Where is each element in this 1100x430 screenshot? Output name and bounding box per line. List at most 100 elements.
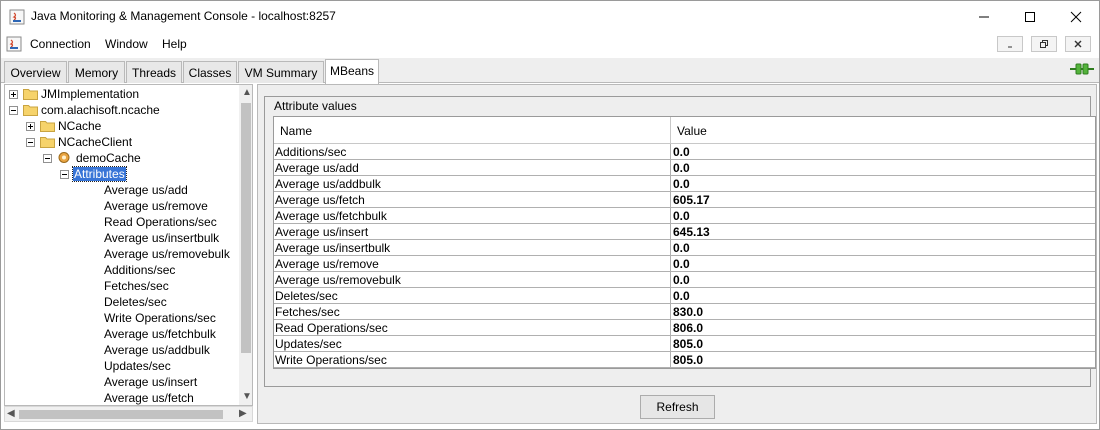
menu-help[interactable]: Help xyxy=(162,37,187,51)
tree-node[interactable]: Deletes/sec xyxy=(5,294,237,310)
column-header-value[interactable]: Value xyxy=(677,124,707,138)
collapse-icon[interactable] xyxy=(60,170,69,179)
table-row[interactable]: Deletes/sec 0.0 xyxy=(274,288,1095,304)
attribute-value-cell[interactable]: 0.0 xyxy=(673,289,690,303)
tab-threads[interactable]: Threads xyxy=(126,61,182,83)
attribute-value-cell[interactable]: 0.0 xyxy=(673,161,690,175)
tree-node[interactable]: Average us/removebulk xyxy=(5,246,237,262)
tree-node-label: Average us/insert xyxy=(104,375,198,389)
tab-memory[interactable]: Memory xyxy=(68,61,125,83)
attribute-value-cell[interactable]: 830.0 xyxy=(673,305,703,319)
table-row[interactable]: Fetches/sec 830.0 xyxy=(274,304,1095,320)
scroll-right-icon[interactable]: ▶ xyxy=(239,408,247,419)
tree-node[interactable]: NCache xyxy=(5,118,237,134)
tree-node[interactable]: demoCache xyxy=(5,150,237,166)
close-button[interactable] xyxy=(1053,1,1099,32)
tree-node[interactable]: Read Operations/sec xyxy=(5,214,237,230)
tree-scroll-thumb[interactable] xyxy=(241,103,251,353)
tree-node[interactable]: Write Operations/sec xyxy=(5,310,237,326)
tab-mbeans[interactable]: MBeans xyxy=(325,59,379,84)
tree-node-label: NCacheClient xyxy=(58,135,133,149)
menu-connection[interactable]: Connection xyxy=(30,37,91,51)
attribute-value-cell[interactable]: 0.0 xyxy=(673,177,690,191)
mbean-tree: JMImplementation com.alachisoft.ncache NCa… xyxy=(4,84,253,406)
tab-classes[interactable]: Classes xyxy=(183,61,237,83)
column-divider[interactable] xyxy=(670,117,671,144)
tree-node[interactable]: Fetches/sec xyxy=(5,278,237,294)
tree-node[interactable]: Average us/add xyxy=(5,182,237,198)
table-row[interactable]: Average us/insertbulk 0.0 xyxy=(274,240,1095,256)
java-icon[interactable] xyxy=(6,36,22,52)
group-title: Attribute values xyxy=(272,99,359,113)
table-row[interactable]: Write Operations/sec 805.0 xyxy=(274,352,1095,368)
folder-icon xyxy=(40,121,55,132)
collapse-icon[interactable] xyxy=(9,106,18,115)
minimize-icon xyxy=(1008,46,1012,48)
expand-icon[interactable] xyxy=(26,122,35,131)
attribute-value-cell[interactable]: 0.0 xyxy=(673,273,690,287)
tree-horizontal-scrollbar[interactable]: ◀ ▶ xyxy=(4,406,253,422)
minimize-button[interactable] xyxy=(961,1,1007,32)
internal-minimize-button[interactable] xyxy=(997,36,1023,52)
column-header-name[interactable]: Name xyxy=(280,124,312,138)
table-row[interactable]: Read Operations/sec 806.0 xyxy=(274,320,1095,336)
column-divider xyxy=(670,160,671,176)
attribute-value-cell[interactable]: 0.0 xyxy=(673,241,690,255)
table-row[interactable]: Average us/addbulk 0.0 xyxy=(274,176,1095,192)
scroll-left-icon[interactable]: ◀ xyxy=(7,408,15,419)
tab-label: Overview xyxy=(10,66,61,80)
tree-node[interactable]: Average us/fetch xyxy=(5,390,237,405)
table-row[interactable]: Average us/add 0.0 xyxy=(274,160,1095,176)
column-divider xyxy=(670,272,671,288)
tree-node[interactable]: Average us/insertbulk xyxy=(5,230,237,246)
scroll-up-icon[interactable]: ▲ xyxy=(242,87,252,98)
collapse-icon[interactable] xyxy=(26,138,35,147)
tree-node[interactable]: Additions/sec xyxy=(5,262,237,278)
attribute-value-cell[interactable]: 806.0 xyxy=(673,321,703,335)
attribute-value-cell[interactable]: 805.0 xyxy=(673,337,703,351)
menu-window[interactable]: Window xyxy=(105,37,148,51)
table-row[interactable]: Average us/remove 0.0 xyxy=(274,256,1095,272)
connection-plug-icon[interactable] xyxy=(1069,61,1095,77)
tree-vertical-scrollbar[interactable]: ▲ ▼ xyxy=(239,85,252,405)
tree-hscroll-thumb[interactable] xyxy=(19,410,223,419)
tree-node[interactable]: JMImplementation xyxy=(5,86,237,102)
attribute-value-cell[interactable]: 805.0 xyxy=(673,353,703,367)
table-row[interactable]: Additions/sec 0.0 xyxy=(274,144,1095,160)
tree-node-label: com.alachisoft.ncache xyxy=(41,103,160,117)
attribute-value-cell[interactable]: 605.17 xyxy=(673,193,710,207)
table-row[interactable]: Updates/sec 805.0 xyxy=(274,336,1095,352)
internal-close-button[interactable] xyxy=(1065,36,1091,52)
tree-node[interactable]: com.alachisoft.ncache xyxy=(5,102,237,118)
tree-node[interactable]: NCacheClient xyxy=(5,134,237,150)
tree-node[interactable]: Average us/insert xyxy=(5,374,237,390)
tab-overview[interactable]: Overview xyxy=(4,61,67,83)
attribute-value-cell[interactable]: 0.0 xyxy=(673,257,690,271)
collapse-icon[interactable] xyxy=(43,154,52,163)
tree-node-label: Deletes/sec xyxy=(104,295,167,309)
table-row[interactable]: Average us/removebulk 0.0 xyxy=(274,272,1095,288)
expand-icon[interactable] xyxy=(9,90,18,99)
table-row[interactable]: Average us/insert 645.13 xyxy=(274,224,1095,240)
internal-restore-button[interactable] xyxy=(1031,36,1057,52)
tab-bar: Overview Memory Threads Classes VM Summa… xyxy=(1,58,1099,84)
scroll-down-icon[interactable]: ▼ xyxy=(242,391,252,402)
tab-vm-summary[interactable]: VM Summary xyxy=(238,61,324,83)
tree-node[interactable]: Average us/remove xyxy=(5,198,237,214)
tree-node[interactable]: Attributes xyxy=(5,166,237,182)
attribute-value-cell[interactable]: 0.0 xyxy=(673,145,690,159)
tree-node-label: Attributes xyxy=(72,166,127,182)
table-row[interactable]: Average us/fetchbulk 0.0 xyxy=(274,208,1095,224)
tree-node[interactable]: Average us/addbulk xyxy=(5,342,237,358)
tree-node-label: Fetches/sec xyxy=(104,279,169,293)
attribute-name-cell: Average us/remove xyxy=(275,257,379,271)
attribute-value-cell[interactable]: 645.13 xyxy=(673,225,710,239)
tree-node[interactable]: Average us/fetchbulk xyxy=(5,326,237,342)
folder-icon xyxy=(23,89,38,100)
refresh-button[interactable]: Refresh xyxy=(640,395,715,419)
attribute-value-cell[interactable]: 0.0 xyxy=(673,209,690,223)
tree-node[interactable]: Updates/sec xyxy=(5,358,237,374)
table-row[interactable]: Average us/fetch 605.17 xyxy=(274,192,1095,208)
maximize-button[interactable] xyxy=(1007,1,1053,32)
close-icon xyxy=(1074,40,1082,48)
